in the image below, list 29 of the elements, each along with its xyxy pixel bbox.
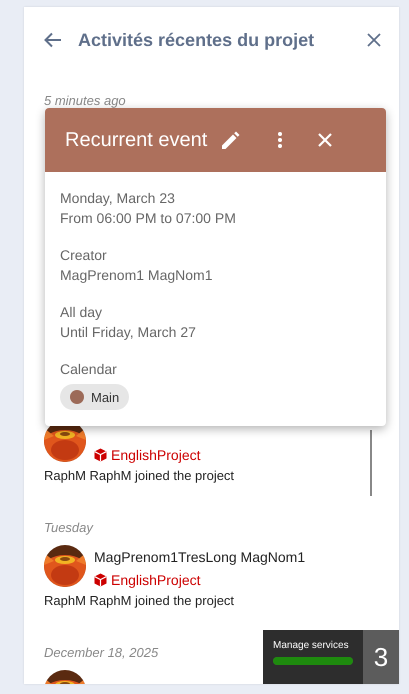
detail-text: MagPrenom1 MagNom1 bbox=[60, 266, 214, 285]
back-icon[interactable] bbox=[44, 32, 62, 48]
activity-text: RaphM RaphM joined the project bbox=[44, 592, 236, 610]
services-label: Manage services bbox=[273, 640, 350, 651]
calendar-chip[interactable]: Main bbox=[60, 384, 130, 410]
project-link[interactable]: EnglishProject bbox=[111, 572, 200, 588]
event-title: Recurrent event bbox=[65, 128, 208, 152]
project-link[interactable]: EnglishProject bbox=[111, 447, 200, 463]
detail-text: From 06:00 PM to 07:00 PM bbox=[60, 209, 237, 228]
detail-text: Creator bbox=[60, 246, 108, 265]
more-icon[interactable] bbox=[278, 132, 282, 148]
detail-text: Calendar bbox=[60, 360, 118, 379]
close-icon[interactable] bbox=[367, 33, 381, 47]
activity-text: RaphM RaphM joined the project bbox=[44, 467, 236, 485]
services-widget[interactable]: Manage services bbox=[263, 630, 363, 684]
pencil-icon[interactable] bbox=[221, 130, 240, 150]
detail-text: Until Friday, March 27 bbox=[60, 323, 197, 342]
services-count[interactable]: 3 bbox=[363, 630, 399, 684]
date-heading: Tuesday bbox=[44, 519, 93, 537]
cube-icon bbox=[94, 573, 107, 587]
user-name: MagPrenom1TresLong MagNom1 bbox=[94, 549, 306, 565]
panel-title: Activités récentes du projet bbox=[78, 30, 316, 50]
date-heading: 5 minutes ago bbox=[44, 92, 126, 110]
scrollbar[interactable] bbox=[370, 430, 372, 496]
date-heading: December 18, 2025 bbox=[44, 644, 158, 662]
calendar-name: Main bbox=[91, 390, 120, 404]
cube-icon bbox=[94, 448, 107, 462]
detail-text: All day bbox=[60, 303, 104, 322]
detail-text: Monday, March 23 bbox=[60, 189, 176, 208]
